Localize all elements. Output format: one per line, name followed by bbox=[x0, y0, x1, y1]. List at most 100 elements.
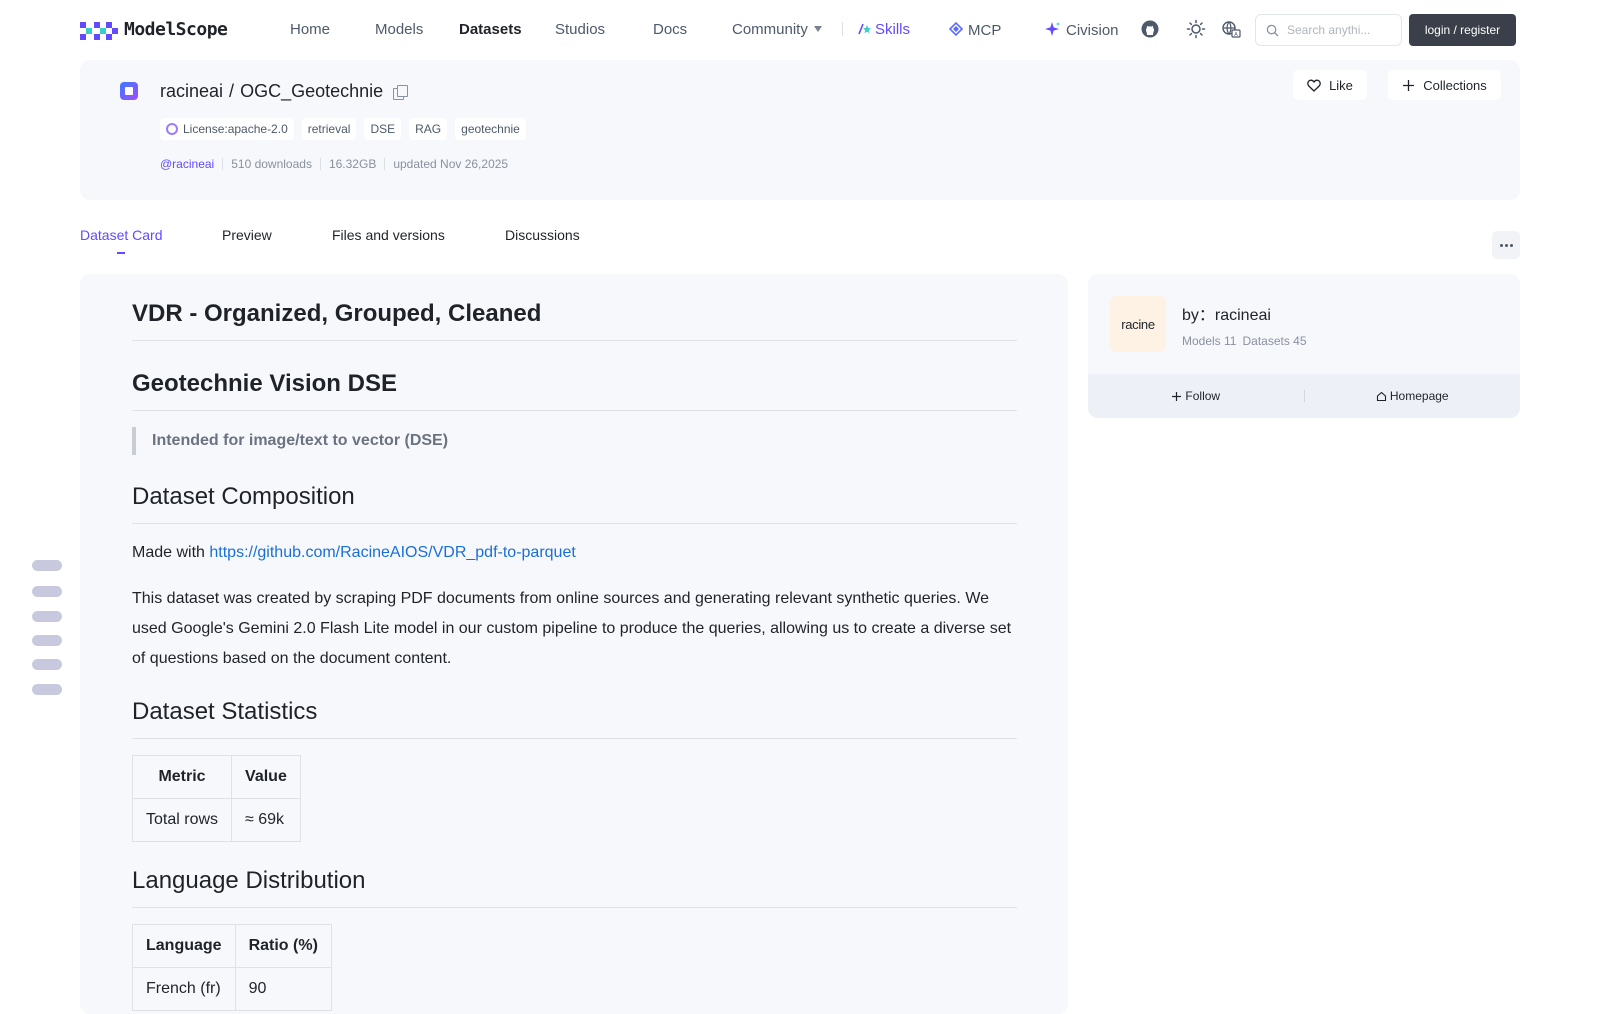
homepage-label: Homepage bbox=[1389, 389, 1449, 403]
nav-mcp-label: MCP bbox=[968, 22, 1002, 39]
license-icon bbox=[166, 123, 178, 135]
modelscope-logo-icon bbox=[80, 20, 118, 40]
homepage-button[interactable]: Homepage bbox=[1305, 389, 1521, 403]
heart-icon bbox=[1307, 79, 1321, 92]
nav-models[interactable]: Models bbox=[375, 21, 423, 38]
logo-text: ModelScope bbox=[124, 19, 228, 40]
toc-marker[interactable] bbox=[32, 684, 62, 695]
nav-divider bbox=[842, 22, 843, 36]
tag-dse[interactable]: DSE bbox=[364, 118, 402, 140]
nav-skills[interactable]: Skills bbox=[858, 21, 910, 38]
github-icon[interactable] bbox=[1140, 19, 1160, 39]
author-datasets-count[interactable]: Datasets 45 bbox=[1242, 334, 1306, 348]
plus-icon bbox=[1403, 79, 1415, 91]
author-card: racine by：racineai Models 11 Datasets 45… bbox=[1088, 274, 1520, 418]
tag-license[interactable]: License:apache-2.0 bbox=[160, 118, 294, 140]
toc-marker[interactable] bbox=[32, 560, 62, 571]
heading-geotechnie-vision: Geotechnie Vision DSE bbox=[132, 370, 1017, 411]
author-actions: Follow Homepage bbox=[1088, 374, 1520, 418]
nav-studios[interactable]: Studios bbox=[555, 21, 605, 38]
table-row: Total rows ≈ 69k bbox=[131, 798, 301, 842]
author-handle-link[interactable]: @racineai bbox=[160, 157, 214, 171]
made-with-prefix: Made with bbox=[132, 544, 205, 561]
active-tab-indicator bbox=[117, 252, 125, 254]
updated-date: updated Nov 26,2025 bbox=[393, 157, 509, 171]
language-icon[interactable]: A bbox=[1221, 19, 1241, 39]
nav-civision-label: Civision bbox=[1066, 22, 1119, 39]
github-repo-link[interactable]: https://github.com/RacineAIOS/VDR_pdf-to… bbox=[209, 544, 575, 561]
download-count: 510 downloads bbox=[231, 157, 312, 171]
top-navigation: ModelScope Home Models Datasets Studios … bbox=[0, 0, 1600, 59]
modelscope-logo[interactable]: ModelScope bbox=[80, 19, 228, 40]
more-dot bbox=[1499, 243, 1503, 247]
collections-button[interactable]: Collections bbox=[1388, 70, 1501, 100]
author-stats: Models 11 Datasets 45 bbox=[1182, 334, 1307, 348]
author-models-count[interactable]: Models 11 bbox=[1182, 334, 1236, 348]
statistics-table: Metric Value Total rows ≈ 69k bbox=[131, 755, 301, 842]
search-input[interactable] bbox=[1287, 23, 1397, 37]
collections-label: Collections bbox=[1423, 77, 1487, 93]
tag-retrieval[interactable]: retrieval bbox=[301, 118, 357, 140]
heading-language-distribution: Language Distribution bbox=[132, 867, 1017, 908]
heading-vdr: VDR - Organized, Grouped, Cleaned bbox=[132, 300, 1017, 341]
markdown-body: VDR - Organized, Grouped, Cleaned Geotec… bbox=[131, 300, 1017, 1011]
follow-button[interactable]: Follow bbox=[1088, 389, 1304, 403]
nav-mcp[interactable]: MCP bbox=[948, 21, 1001, 39]
meta-divider bbox=[384, 158, 386, 170]
dataset-card-content: VDR - Organized, Grouped, Cleaned Geotec… bbox=[80, 274, 1068, 1014]
tab-files-and-versions[interactable]: Files and versions bbox=[332, 227, 445, 243]
meta-divider bbox=[222, 158, 224, 170]
dataset-icon bbox=[120, 82, 138, 100]
nav-home[interactable]: Home bbox=[290, 21, 330, 38]
nav-skills-label: Skills bbox=[875, 21, 911, 38]
tab-dataset-card[interactable]: Dataset Card bbox=[80, 227, 162, 243]
nav-community[interactable]: Community bbox=[732, 21, 822, 38]
skills-icon bbox=[858, 23, 871, 35]
table-cell: French (fr) bbox=[132, 967, 236, 1011]
author-name[interactable]: by：racineai bbox=[1182, 301, 1271, 325]
svg-text:A: A bbox=[1234, 32, 1238, 38]
toc-marker[interactable] bbox=[32, 659, 62, 670]
heading-dataset-statistics: Dataset Statistics bbox=[132, 698, 1017, 739]
dataset-tags: License:apache-2.0 retrieval DSE RAG geo… bbox=[160, 118, 526, 140]
language-table: Language Ratio (%) French (fr) 90 bbox=[132, 924, 332, 1011]
more-options-button[interactable] bbox=[1492, 231, 1520, 259]
author-avatar[interactable]: racine bbox=[1110, 296, 1166, 352]
repo-owner-link[interactable]: racineai bbox=[160, 81, 223, 102]
follow-label: Follow bbox=[1185, 389, 1221, 403]
intended-use-quote: Intended for image/text to vector (DSE) bbox=[132, 427, 1017, 455]
nav-civision[interactable]: Civision bbox=[1045, 21, 1119, 39]
theme-sun-icon[interactable] bbox=[1186, 19, 1206, 39]
login-register-button[interactable]: login / register bbox=[1409, 14, 1516, 46]
more-dot bbox=[1509, 243, 1513, 247]
toc-marker[interactable] bbox=[32, 611, 62, 622]
dataset-title: racineai / OGC_Geotechnie bbox=[160, 81, 409, 102]
tag-rag[interactable]: RAG bbox=[409, 118, 448, 140]
tag-geotechnie[interactable]: geotechnie bbox=[455, 118, 526, 140]
nav-docs[interactable]: Docs bbox=[653, 21, 687, 38]
table-header: Language bbox=[132, 924, 236, 968]
toc-marker[interactable] bbox=[32, 586, 62, 597]
dataset-header: racineai / OGC_Geotechnie License:apache… bbox=[80, 60, 1520, 200]
table-header-row: Metric Value bbox=[131, 755, 301, 799]
search-icon bbox=[1266, 24, 1279, 36]
tab-preview[interactable]: Preview bbox=[222, 227, 272, 243]
description-paragraph: This dataset was created by scraping PDF… bbox=[132, 590, 1012, 667]
more-dot bbox=[1504, 243, 1508, 247]
table-row: French (fr) 90 bbox=[132, 967, 332, 1011]
mcp-icon bbox=[948, 21, 964, 37]
made-with-paragraph: Made with https://github.com/RacineAIOS/… bbox=[132, 538, 1017, 568]
toc-marker[interactable] bbox=[32, 635, 62, 646]
nav-datasets[interactable]: Datasets bbox=[459, 21, 522, 38]
plus-icon bbox=[1172, 391, 1182, 401]
tag-license-label: License:apache-2.0 bbox=[183, 122, 288, 136]
table-header: Metric bbox=[131, 755, 233, 799]
nav-community-label: Community bbox=[732, 21, 808, 38]
like-button[interactable]: Like bbox=[1293, 70, 1367, 100]
copy-icon[interactable] bbox=[393, 84, 409, 100]
table-header: Value bbox=[231, 755, 301, 799]
table-header: Ratio (%) bbox=[234, 924, 332, 968]
tab-discussions[interactable]: Discussions bbox=[505, 227, 580, 243]
like-label: Like bbox=[1329, 77, 1353, 93]
search-box[interactable] bbox=[1255, 14, 1402, 46]
